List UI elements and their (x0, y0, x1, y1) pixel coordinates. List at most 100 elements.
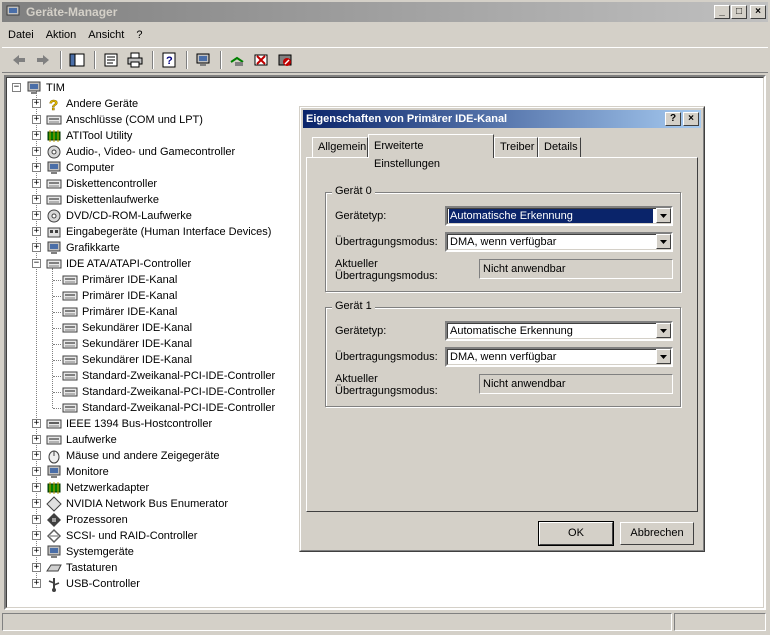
print-icon (127, 52, 143, 68)
tree-expander[interactable]: + (32, 483, 41, 492)
collapse-root-expander[interactable]: − (12, 83, 21, 92)
dialog-help-button[interactable]: ? (665, 112, 681, 126)
tree-subitem[interactable]: Primärer IDE-Kanal (62, 304, 178, 320)
tree-item[interactable]: Anschlüsse (COM und LPT) (46, 112, 204, 128)
tab-allgemein[interactable]: Allgemein (312, 137, 368, 157)
uninstall-button[interactable] (274, 49, 296, 71)
tree-item[interactable]: USB-Controller (46, 576, 141, 592)
back-button[interactable] (8, 49, 30, 71)
tree-expander[interactable]: + (32, 419, 41, 428)
tree-item[interactable]: Systemgeräte (46, 544, 135, 560)
tab-erweiterte-einstellungen[interactable]: Erweiterte Einstellungen (368, 134, 494, 170)
tree-item[interactable]: ATITool Utility (46, 128, 133, 144)
tree-expander[interactable]: + (32, 579, 41, 588)
tree-expander[interactable]: + (32, 467, 41, 476)
close-button[interactable]: × (750, 5, 766, 19)
device-0-mode-combobox[interactable]: DMA, wenn verfügbar (445, 232, 673, 252)
tree-connector-line (53, 328, 61, 329)
device-0-type-combobox[interactable]: Automatische Erkennung (445, 206, 673, 226)
tree-item[interactable]: Monitore (46, 464, 110, 480)
tree-expander[interactable]: + (32, 515, 41, 524)
tree-expander[interactable]: + (32, 451, 41, 460)
scan-hardware-button[interactable] (226, 49, 248, 71)
tree-item-label: Primärer IDE-Kanal (82, 290, 178, 302)
ide-channel-icon (62, 368, 78, 384)
tree-item-label: Diskettencontroller (66, 178, 158, 190)
tree-item[interactable]: DVD/CD-ROM-Laufwerke (46, 208, 193, 224)
tree-subitem[interactable]: Sekundärer IDE-Kanal (62, 336, 193, 352)
ok-button[interactable]: OK (538, 521, 614, 546)
properties-button[interactable] (100, 49, 122, 71)
update-driver-button[interactable] (250, 49, 272, 71)
tree-item[interactable]: Tastaturen (46, 560, 118, 576)
tree-subitem[interactable]: Sekundärer IDE-Kanal (62, 352, 193, 368)
cancel-button[interactable]: Abbrechen (620, 522, 694, 545)
dropdown-arrow[interactable] (656, 323, 671, 338)
menu-aktion[interactable]: Aktion (40, 26, 83, 44)
tree-item[interactable]: Diskettenlaufwerke (46, 192, 160, 208)
tree-item[interactable]: Grafikkarte (46, 240, 121, 256)
tree-expander[interactable]: + (32, 211, 41, 220)
tree-root-computer[interactable]: TIM (26, 80, 66, 96)
tree-item-label: Sekundärer IDE-Kanal (82, 322, 193, 334)
show-hide-console-tree-button[interactable] (66, 49, 88, 71)
tab-details[interactable]: Details (538, 137, 581, 157)
tab-treiber[interactable]: Treiber (494, 137, 538, 157)
tree-subitem[interactable]: Primärer IDE-Kanal (62, 272, 178, 288)
help-button[interactable]: ? (158, 49, 180, 71)
tree-item[interactable]: ? Andere Geräte (46, 96, 139, 115)
tree-item[interactable]: Diskettencontroller (46, 176, 158, 192)
tree-item[interactable]: Laufwerke (46, 432, 118, 448)
tree-subitem[interactable]: Primärer IDE-Kanal (62, 288, 178, 304)
minimize-button[interactable]: _ (714, 5, 730, 19)
tree-expander[interactable]: + (32, 195, 41, 204)
device-1-mode-combobox[interactable]: DMA, wenn verfügbar (445, 347, 673, 367)
tree-expander[interactable]: + (32, 131, 41, 140)
tree-connector-line (53, 408, 61, 409)
tree-item[interactable]: Netzwerkadapter (46, 480, 150, 496)
tree-item[interactable]: SCSI- und RAID-Controller (46, 528, 198, 544)
tree-expander[interactable]: + (32, 99, 41, 108)
port-icon (46, 112, 62, 128)
tree-subitem[interactable]: Standard-Zweikanal-PCI-IDE-Controller (62, 384, 276, 400)
tree-expander[interactable]: + (32, 163, 41, 172)
tree-subitem[interactable]: Standard-Zweikanal-PCI-IDE-Controller (62, 400, 276, 416)
maximize-button[interactable]: □ (731, 5, 747, 19)
main-title-bar[interactable]: Geräte-Manager _ □ × (2, 2, 768, 22)
dropdown-arrow[interactable] (656, 208, 671, 223)
tree-item[interactable]: Prozessoren (46, 512, 129, 528)
dropdown-arrow[interactable] (656, 349, 671, 364)
print-button[interactable] (124, 49, 146, 71)
tree-item[interactable]: Audio-, Video- und Gamecontroller (46, 144, 236, 160)
dialog-close-button[interactable]: × (683, 112, 699, 126)
computer-button[interactable] (192, 49, 214, 71)
tree-expander[interactable]: + (32, 435, 41, 444)
tree-item[interactable]: Computer (46, 160, 115, 176)
tree-expander[interactable]: + (32, 547, 41, 556)
tree-expander[interactable]: + (32, 179, 41, 188)
dialog-title-bar[interactable]: Eigenschaften von Primärer IDE-Kanal ? × (303, 110, 701, 128)
tree-item[interactable]: Mäuse und andere Zeigegeräte (46, 448, 221, 464)
tree-expander[interactable]: + (32, 531, 41, 540)
dropdown-arrow[interactable] (656, 234, 671, 249)
tree-expander[interactable]: + (32, 499, 41, 508)
tree-subitem[interactable]: Sekundärer IDE-Kanal (62, 320, 193, 336)
tree-item[interactable]: IDE ATA/ATAPI-Controller (46, 256, 192, 272)
tree-expander[interactable]: + (32, 563, 41, 572)
tree-expander[interactable]: + (32, 147, 41, 156)
tree-expander[interactable]: + (32, 115, 41, 124)
tree-expander[interactable]: + (32, 243, 41, 252)
menu-help[interactable]: ? (130, 26, 148, 44)
device-1-type-combobox[interactable]: Automatische Erkennung (445, 321, 673, 341)
tree-item[interactable]: Eingabegeräte (Human Interface Devices) (46, 224, 272, 240)
device-0-mode-value: DMA, wenn verfügbar (450, 236, 557, 248)
tree-expander[interactable]: + (32, 227, 41, 236)
menu-datei[interactable]: Datei (2, 26, 40, 44)
forward-button[interactable] (32, 49, 54, 71)
tree-expander[interactable]: − (32, 259, 41, 268)
properties-icon (104, 53, 118, 67)
tree-subitem[interactable]: Standard-Zweikanal-PCI-IDE-Controller (62, 368, 276, 384)
tree-item[interactable]: IEEE 1394 Bus-Hostcontroller (46, 416, 213, 432)
menu-ansicht[interactable]: Ansicht (82, 26, 130, 44)
tree-item[interactable]: NVIDIA Network Bus Enumerator (46, 496, 229, 512)
